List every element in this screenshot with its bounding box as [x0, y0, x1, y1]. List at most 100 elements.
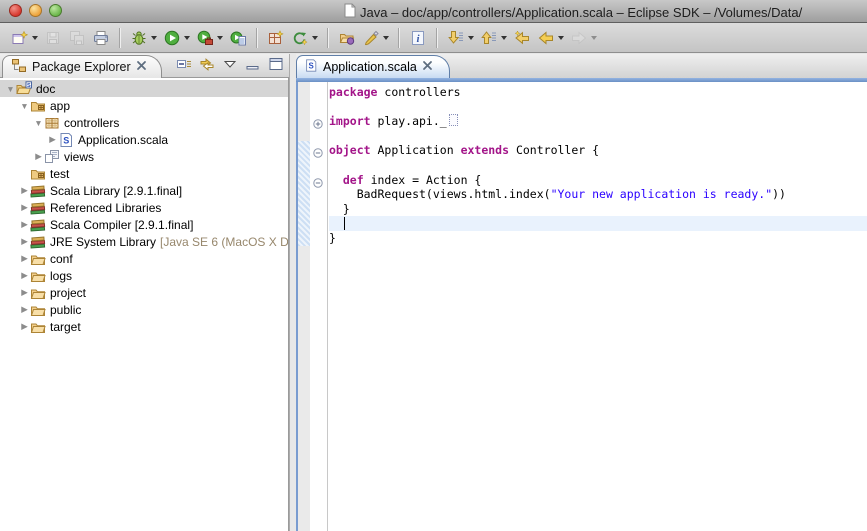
- code-line[interactable]: }: [329, 202, 867, 217]
- tree-item-label: Application.scala: [78, 133, 168, 147]
- tab-package-explorer[interactable]: Package Explorer: [2, 55, 162, 78]
- view-tab-label: Package Explorer: [32, 60, 131, 74]
- tree-item-conf[interactable]: ▶conf: [0, 250, 288, 267]
- code-token: play.api._: [371, 114, 447, 128]
- tree-item-test[interactable]: test: [0, 165, 288, 182]
- fold-expand-icon[interactable]: [313, 116, 323, 134]
- debug-dropdown-arrow-icon[interactable]: [151, 36, 157, 40]
- tree-expand-arrow-icon[interactable]: ▶: [47, 134, 58, 145]
- forward-dropdown-arrow-icon: [591, 36, 597, 40]
- tree-item-scala-library-2-9-1-final[interactable]: ▶Scala Library [2.9.1.final]: [0, 182, 288, 199]
- view-menu-button[interactable]: [220, 57, 239, 76]
- tree-item-project[interactable]: ▶ project: [0, 284, 288, 301]
- close-window-button[interactable]: [9, 4, 22, 17]
- next-annotation-button[interactable]: [445, 26, 476, 50]
- code-line[interactable]: object Application extends Controller {: [329, 143, 867, 158]
- run-button[interactable]: [161, 26, 192, 50]
- previous-annotation-dropdown-arrow-icon[interactable]: [501, 36, 507, 40]
- tree-expand-arrow-icon[interactable]: ▶: [19, 321, 30, 332]
- tree-collapse-arrow-icon[interactable]: ▼: [19, 101, 30, 111]
- toggle-mark-occurrences-button[interactable]: [360, 26, 391, 50]
- code-editor[interactable]: package controllers import play.api._obje…: [329, 82, 867, 531]
- save-icon: [44, 29, 62, 47]
- maximize-button[interactable]: [266, 57, 285, 76]
- tree-expand-arrow-icon[interactable]: ▶: [19, 185, 30, 196]
- next-annotation-dropdown-arrow-icon[interactable]: [468, 36, 474, 40]
- code-token: import: [329, 114, 371, 128]
- sash-divider[interactable]: [289, 54, 296, 531]
- tree-item-application-scala[interactable]: ▶SApplication.scala: [0, 131, 288, 148]
- tree-expand-arrow-icon[interactable]: ▶: [19, 202, 30, 213]
- new-launch-button[interactable]: [289, 26, 320, 50]
- zoom-window-button[interactable]: [49, 4, 62, 17]
- tree-expand-arrow-icon[interactable]: ▶: [19, 236, 30, 247]
- tree-item-views[interactable]: ▶views: [0, 148, 288, 165]
- previous-annotation-button[interactable]: [478, 26, 509, 50]
- code-line[interactable]: [329, 158, 867, 173]
- code-line[interactable]: import play.api._: [329, 114, 867, 129]
- tree-item-controllers[interactable]: ▼controllers: [0, 114, 288, 131]
- titlebar[interactable]: Java – doc/app/controllers/Application.s…: [0, 0, 867, 23]
- last-edit-location-button[interactable]: [511, 26, 533, 50]
- tree-item-target[interactable]: ▶target: [0, 318, 288, 335]
- code-token: Application: [371, 143, 461, 157]
- new-launch-dropdown-arrow-icon[interactable]: [312, 36, 318, 40]
- tree-collapse-arrow-icon[interactable]: ▼: [33, 118, 44, 128]
- toggle-mark-occurrences-dropdown-arrow-icon[interactable]: [383, 36, 389, 40]
- run-external-tools-dropdown-arrow-icon[interactable]: [217, 36, 223, 40]
- tree-expand-arrow-icon[interactable]: ▶: [19, 287, 30, 298]
- annotation-ruler[interactable]: [298, 82, 310, 531]
- open-perspective-button[interactable]: [265, 26, 287, 50]
- tab-application-scala[interactable]: S Application.scala: [296, 55, 450, 78]
- new-wizard-button[interactable]: [9, 26, 40, 50]
- tree-item-app[interactable]: ▼app: [0, 97, 288, 114]
- tree-expand-arrow-icon[interactable]: ▶: [19, 270, 30, 281]
- back-dropdown-arrow-icon[interactable]: [558, 36, 564, 40]
- tree-item-label: public: [50, 303, 81, 317]
- code-line[interactable]: }: [329, 231, 867, 246]
- link-with-editor-button[interactable]: [197, 57, 216, 76]
- back-button[interactable]: [535, 26, 566, 50]
- tree-expand-arrow-icon[interactable]: ▶: [33, 151, 44, 162]
- new-wizard-dropdown-arrow-icon[interactable]: [32, 36, 38, 40]
- fold-collapse-icon[interactable]: [313, 175, 323, 193]
- minimize-button[interactable]: [243, 57, 262, 76]
- code-line[interactable]: def index = Action {: [329, 173, 867, 188]
- info-button[interactable]: i: [407, 26, 429, 50]
- code-line[interactable]: [329, 100, 867, 115]
- tree-item-jre-system-library[interactable]: ▶JRE System Library[Java SE 6 (MacOS X D…: [0, 233, 288, 250]
- tree-item-logs[interactable]: ▶ logs: [0, 267, 288, 284]
- code-line[interactable]: BadRequest(views.html.index("Your new ap…: [329, 187, 867, 202]
- debug-button[interactable]: [128, 26, 159, 50]
- open-resource-button[interactable]: [336, 26, 358, 50]
- tree-item-label: test: [50, 167, 69, 181]
- tree-expand-arrow-icon[interactable]: ▶: [19, 304, 30, 315]
- tree-item-label: logs: [50, 269, 72, 283]
- close-icon[interactable]: [422, 60, 433, 74]
- run-external-tools-button[interactable]: [194, 26, 225, 50]
- folding-margin[interactable]: [310, 82, 328, 531]
- code-token: controllers: [377, 85, 460, 99]
- tree-expand-arrow-icon[interactable]: ▶: [19, 219, 30, 230]
- close-icon[interactable]: [136, 60, 147, 74]
- collapse-all-button[interactable]: [174, 57, 193, 76]
- run-history-button[interactable]: [227, 26, 249, 50]
- code-line-current[interactable]: [329, 216, 867, 231]
- editor-area: S Application.scala package controllers i…: [296, 54, 867, 531]
- code-line[interactable]: package controllers: [329, 85, 867, 100]
- link-with-editor-icon: [199, 56, 215, 77]
- tree-expand-arrow-icon[interactable]: ▶: [19, 253, 30, 264]
- tree-item-label: project: [50, 286, 86, 300]
- fold-collapse-icon[interactable]: [313, 145, 323, 163]
- minimize-window-button[interactable]: [29, 4, 42, 17]
- tree-item-doc[interactable]: ▼Sdoc: [0, 80, 288, 97]
- code-line[interactable]: [329, 129, 867, 144]
- tree-item-label: JRE System Library: [50, 235, 156, 249]
- run-dropdown-arrow-icon[interactable]: [184, 36, 190, 40]
- tree-collapse-arrow-icon[interactable]: ▼: [5, 84, 16, 94]
- maximize-icon: [268, 56, 284, 77]
- tree-item-referenced-libraries[interactable]: ▶Referenced Libraries: [0, 199, 288, 216]
- tree-item-public[interactable]: ▶ public: [0, 301, 288, 318]
- print-button[interactable]: [90, 26, 112, 50]
- tree-item-scala-compiler-2-9-1-final[interactable]: ▶Scala Compiler [2.9.1.final]: [0, 216, 288, 233]
